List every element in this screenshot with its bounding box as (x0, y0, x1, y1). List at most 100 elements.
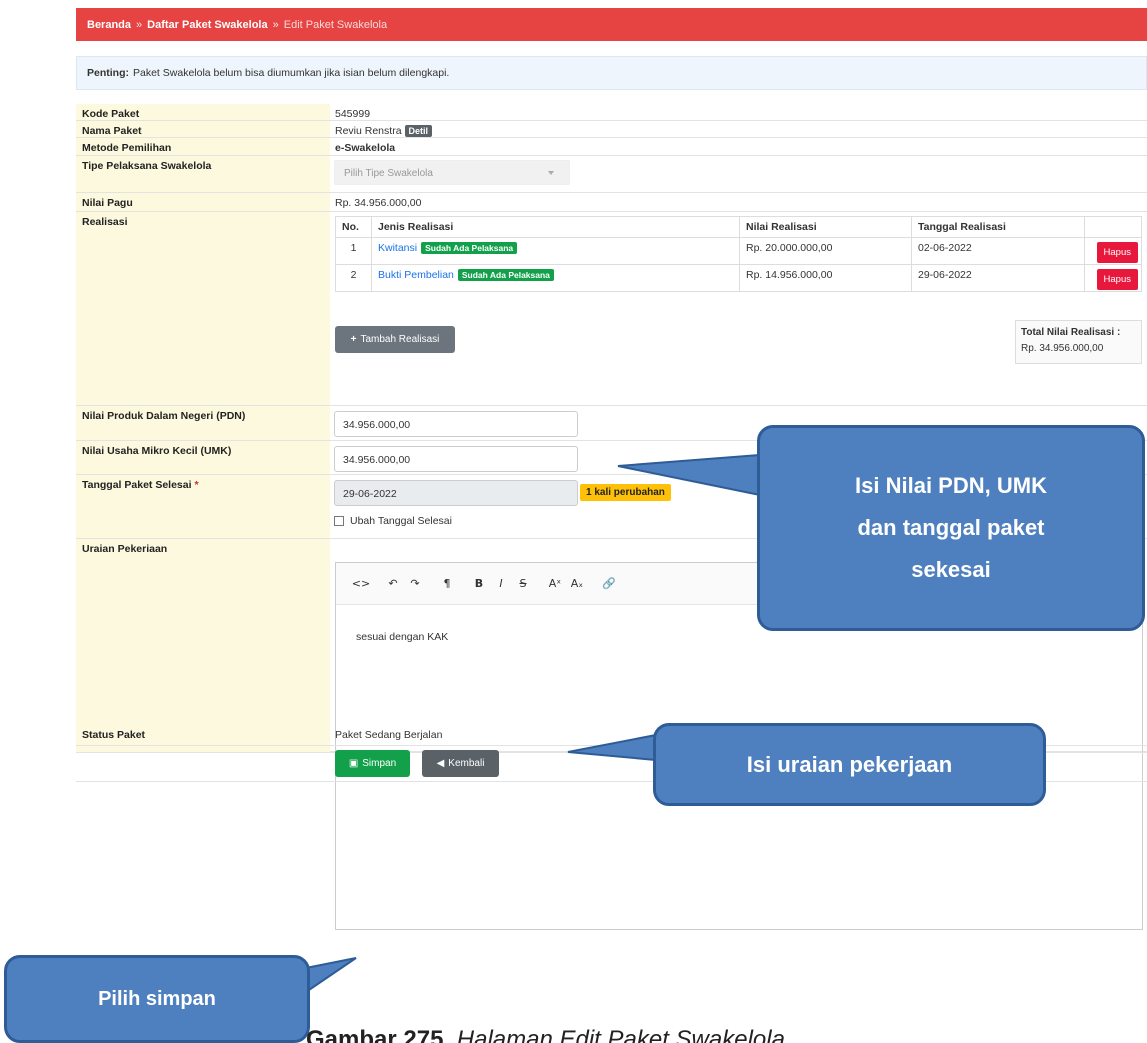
header-action (1084, 216, 1142, 238)
save-icon: ▣ (348, 758, 359, 769)
status-badge: Sudah Ada Pelaksana (421, 242, 518, 254)
kwitansi-link[interactable]: Kwitansi (378, 242, 417, 254)
header-no: No. (335, 216, 372, 238)
value-realisasi: No. Jenis Realisasi Nilai Realisasi Tang… (330, 212, 1147, 405)
subscript-icon[interactable]: Aₓ (566, 577, 588, 590)
cell-no: 2 (335, 264, 372, 292)
paragraph-icon[interactable]: ¶ (436, 577, 458, 590)
cell-tanggal: 02-06-2022 (911, 237, 1085, 265)
table-header-row: No. Jenis Realisasi Nilai Realisasi Tang… (335, 216, 1142, 238)
callout-pdn-umk: Isi Nilai PDN, UMK dan tanggal paket sek… (757, 425, 1145, 631)
row-nama-paket: Nama Paket Reviu Renstra Detil (76, 121, 1147, 138)
cell-nilai: Rp. 20.000.000,00 (739, 237, 912, 265)
ubah-tanggal-checkbox[interactable] (334, 516, 344, 526)
tambah-realisasi-label: Tambah Realisasi (360, 334, 440, 345)
value-nilai-pagu: Rp. 34.956.000,00 (335, 197, 422, 209)
label-metode: Metode Pemilihan (76, 138, 330, 155)
row-metode: Metode Pemilihan e-Swakelola (76, 138, 1147, 156)
tanggal-selesai-label-text: Tanggal Paket Selesai (82, 479, 192, 491)
figure-caption: Gambar 275. Halaman Edit Paket Swakelola (306, 1026, 785, 1043)
label-tipe-pelaksana: Tipe Pelaksana Swakelola (76, 156, 330, 192)
tipe-swakelola-placeholder: Pilih Tipe Swakelola (344, 168, 433, 179)
caption-separator: . (443, 1026, 457, 1043)
header-jenis: Jenis Realisasi (371, 216, 740, 238)
hapus-button[interactable]: Hapus (1096, 242, 1138, 263)
value-kode-paket: 545999 (335, 108, 371, 120)
caption-title: Halaman Edit Paket Swakelola (456, 1026, 785, 1043)
notice-text: Paket Swakelola belum bisa diumumkan jik… (133, 67, 450, 79)
detil-button[interactable]: Detil (404, 125, 433, 137)
cell-nilai: Rp. 14.956.000,00 (739, 264, 912, 292)
bold-icon[interactable]: B (468, 577, 490, 590)
breadcrumb-separator: » (272, 18, 279, 31)
cell-jenis: Bukti Pembelian Sudah Ada Pelaksana (371, 264, 740, 292)
value-metode: e-Swakelola (335, 142, 396, 154)
breadcrumb: Beranda » Daftar Paket Swakelola » Edit … (76, 8, 1147, 41)
label-status: Status Paket (76, 725, 330, 745)
tipe-swakelola-select[interactable]: Pilih Tipe Swakelola (334, 160, 570, 185)
header-tanggal: Tanggal Realisasi (911, 216, 1085, 238)
breadcrumb-separator: » (136, 18, 143, 31)
kembali-label: Kembali (448, 758, 485, 769)
caption-number: Gambar 275 (306, 1026, 444, 1043)
breadcrumb-list[interactable]: Daftar Paket Swakelola (147, 19, 267, 31)
notice-label: Penting: (87, 67, 129, 79)
callout-uraian: Isi uraian pekerjaan (653, 723, 1046, 806)
row-kode-paket: Kode Paket 545999 (76, 104, 1147, 121)
code-view-icon[interactable]: <> (350, 577, 372, 590)
total-realisasi-box: Total Nilai Realisasi : Rp. 34.956.000,0… (1015, 320, 1142, 364)
notice-alert: Penting: Paket Swakelola belum bisa dium… (76, 56, 1147, 90)
breadcrumb-current: Edit Paket Swakelola (283, 18, 388, 31)
label-nama-paket: Nama Paket (76, 121, 330, 137)
label-realisasi: Realisasi (76, 212, 330, 405)
callout-pdn-line1: Isi Nilai PDN, UMK (855, 473, 1047, 498)
simpan-label: Simpan (362, 758, 397, 769)
row-tipe-pelaksana: Tipe Pelaksana Swakelola Pilih Tipe Swak… (76, 156, 1147, 193)
label-pdn: Nilai Produk Dalam Negeri (PDN) (76, 406, 330, 440)
label-tanggal-selesai: Tanggal Paket Selesai * (76, 475, 330, 538)
callout-simpan: Pilih simpan (4, 955, 310, 1043)
total-realisasi-value: Rp. 34.956.000,00 (1021, 343, 1104, 354)
nama-paket-text: Reviu Renstra (335, 125, 402, 137)
cell-action: Hapus (1084, 237, 1142, 265)
umk-input[interactable]: 34.956.000,00 (334, 446, 578, 472)
strikethrough-icon[interactable]: S (512, 577, 534, 590)
back-icon: ◀ (436, 758, 445, 769)
plus-icon: + (350, 334, 357, 345)
pdn-input[interactable]: 34.956.000,00 (334, 411, 578, 437)
label-kode-paket: Kode Paket (76, 104, 330, 120)
tambah-realisasi-button[interactable]: + Tambah Realisasi (335, 326, 455, 353)
italic-icon[interactable]: I (490, 577, 512, 590)
table-row: 1 Kwitansi Sudah Ada Pelaksana Rp. 20.000… (335, 237, 1142, 265)
value-nama-paket: Reviu Renstra Detil (330, 121, 1147, 137)
status-badge: Sudah Ada Pelaksana (457, 269, 554, 281)
redo-icon[interactable]: ↷ (404, 577, 426, 590)
cell-no: 1 (335, 237, 372, 265)
callout-pdn-line2: dan tanggal paket (857, 515, 1045, 540)
row-nilai-pagu: Nilai Pagu Rp. 34.956.000,00 (76, 193, 1147, 212)
breadcrumb-home[interactable]: Beranda (87, 19, 131, 31)
row-realisasi: Realisasi No. Jenis Realisasi Nilai Real… (76, 212, 1147, 406)
table-row: 2 Bukti Pembelian Sudah Ada Pelaksana Rp.… (335, 264, 1142, 292)
cell-tanggal: 29-06-2022 (911, 264, 1085, 292)
realisasi-table: No. Jenis Realisasi Nilai Realisasi Tang… (335, 216, 1142, 292)
label-nilai-pagu: Nilai Pagu (76, 193, 330, 211)
hapus-button[interactable]: Hapus (1096, 269, 1138, 290)
value-tipe-pelaksana: Pilih Tipe Swakelola (330, 156, 1147, 192)
ubah-tanggal-label: Ubah Tanggal Selesai (350, 515, 452, 527)
ubah-tanggal-checkbox-row[interactable]: Ubah Tanggal Selesai (334, 515, 452, 527)
required-mark: * (194, 479, 199, 491)
callout-pdn-line3: sekesai (911, 557, 991, 582)
link-icon[interactable]: 🔗 (598, 577, 620, 590)
cell-action: Hapus (1084, 264, 1142, 292)
bukti-pembelian-link[interactable]: Bukti Pembelian (378, 269, 454, 281)
simpan-button[interactable]: ▣ Simpan (335, 750, 410, 777)
header-nilai: Nilai Realisasi (739, 216, 912, 238)
perubahan-badge: 1 kali perubahan (580, 484, 671, 501)
undo-icon[interactable]: ↶ (382, 577, 404, 590)
chevron-down-icon (548, 171, 554, 175)
superscript-icon[interactable]: Aˣ (544, 577, 566, 590)
cell-jenis: Kwitansi Sudah Ada Pelaksana (371, 237, 740, 265)
total-realisasi-label: Total Nilai Realisasi : (1021, 327, 1121, 338)
kembali-button[interactable]: ◀ Kembali (422, 750, 499, 777)
